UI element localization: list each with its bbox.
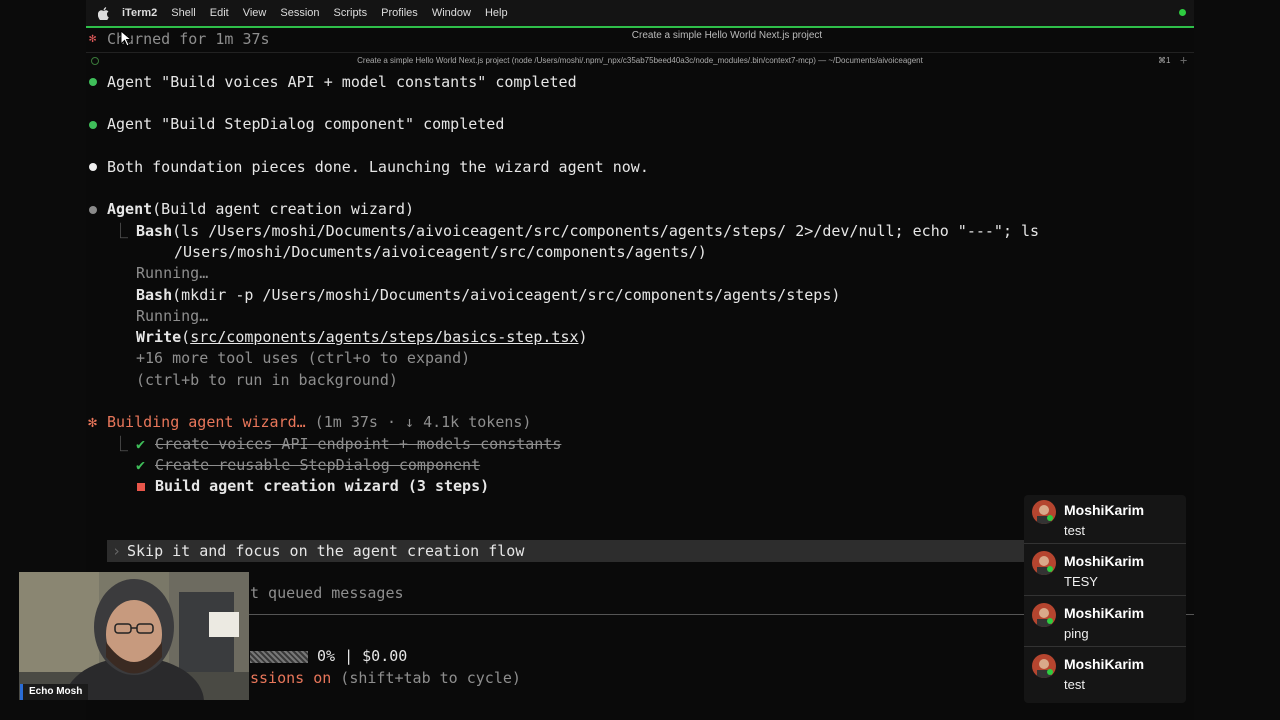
agent-call-line: Agent(Build agent creation wizard) [107, 199, 414, 219]
bash-call-line: Bash(mkdir -p /Users/moshi/Documents/aiv… [136, 285, 840, 305]
assistant-message: Both foundation pieces done. Launching t… [107, 158, 649, 176]
write-call-line: Write(src/components/agents/steps/basics… [136, 328, 588, 346]
chat-text: TESY [1064, 574, 1098, 589]
more-tools-hint: +16 more tool uses (ctrl+o to expand) [136, 349, 471, 367]
webcam-name-label: Echo Mosh [20, 684, 89, 700]
chat-author: MoshiKarim [1064, 656, 1145, 672]
chat-text: ping [1064, 626, 1089, 641]
agent-completed-line: Agent "Build StepDialog component" compl… [107, 115, 505, 133]
running-status: Running… [136, 264, 209, 282]
tool-args: (ls /Users/moshi/Documents/aivoiceagent/… [172, 222, 1040, 240]
menu-window[interactable]: Window [432, 7, 471, 19]
window-border-line [86, 26, 1194, 28]
todo-item-active: Build agent creation wizard (3 steps) [155, 477, 490, 495]
tool-name: Agent [107, 200, 153, 218]
chat-text: test [1064, 523, 1085, 538]
menu-profiles[interactable]: Profiles [381, 7, 418, 19]
chat-divider [1024, 646, 1186, 647]
chat-divider [1024, 543, 1186, 544]
chat-author: MoshiKarim [1064, 502, 1145, 518]
webcam-feed [19, 572, 249, 700]
file-path-link[interactable]: src/components/agents/steps/basics-step.… [190, 328, 578, 346]
todo-item-done: Create voices API endpoint + models cons… [155, 435, 562, 453]
agent-completed-line: Agent "Build voices API + model constant… [107, 73, 577, 91]
menu-iterm2[interactable]: iTerm2 [122, 7, 157, 19]
tree-connector: ⎿ [113, 222, 129, 240]
tool-args: (mkdir -p /Users/moshi/Documents/aivoice… [172, 286, 841, 304]
apple-icon[interactable] [98, 6, 112, 20]
asterisk-icon: ✻ [89, 31, 97, 45]
background-hint: (ctrl+b to run in background) [136, 371, 398, 389]
todo-item-done: Create reusable StepDialog component [155, 456, 481, 474]
checkmark-icon: ✔ [136, 435, 146, 453]
macos-menu-bar: iTerm2 Shell Edit View Session Scripts P… [86, 0, 1194, 26]
tool-name: Bash [136, 286, 173, 304]
menu-edit[interactable]: Edit [210, 7, 229, 19]
permissions-hint: (shift+tab to cycle) [331, 669, 521, 687]
tool-name: Write [136, 328, 182, 346]
avatar [1032, 500, 1056, 524]
avatar [1032, 603, 1056, 627]
tool-name: Bash [136, 222, 173, 240]
building-label: Building agent wizard… [107, 413, 306, 431]
prompt-caret-icon: › [112, 542, 122, 560]
tree-connector: ⎿ [113, 435, 129, 453]
recording-indicator-icon [1179, 9, 1186, 16]
mouse-pointer-icon [120, 30, 133, 47]
success-dot-icon [89, 121, 97, 129]
permissions-mode: ssions on [250, 669, 332, 687]
new-tab-button[interactable]: + [1180, 53, 1187, 67]
running-status: Running… [136, 307, 209, 325]
avatar [1032, 654, 1056, 678]
queued-messages-hint: t queued messages [250, 584, 404, 602]
menu-view[interactable]: View [243, 7, 267, 19]
context-usage-bar [250, 651, 308, 663]
chat-author: MoshiKarim [1064, 553, 1145, 569]
tab-title[interactable]: Create a simple Hello World Next.js proj… [86, 56, 1194, 65]
menu-session[interactable]: Session [280, 7, 319, 19]
prompt-input-text[interactable]: Skip it and focus on the agent creation … [127, 541, 524, 561]
menu-shell[interactable]: Shell [171, 7, 195, 19]
success-dot-icon [89, 78, 97, 86]
menu-help[interactable]: Help [485, 7, 508, 19]
chat-text: test [1064, 677, 1085, 692]
bash-call-continuation: /Users/moshi/Documents/aivoiceagent/src/… [174, 243, 707, 261]
cost-indicator: 0% | $0.00 [317, 647, 408, 665]
tab-shortcut-label: ⌘1 [1158, 56, 1171, 65]
tool-args: (Build agent creation wizard) [152, 200, 415, 218]
running-dot-icon [89, 206, 97, 214]
permissions-status: ssions on (shift+tab to cycle) [250, 668, 521, 688]
right-margin [1194, 0, 1280, 720]
todo-pending-icon [137, 483, 145, 491]
bash-call-line: Bash(ls /Users/moshi/Documents/aivoiceag… [136, 221, 1039, 241]
chat-divider [1024, 595, 1186, 596]
building-meta: (1m 37s · ↓ 4.1k tokens) [305, 413, 532, 431]
chat-author: MoshiKarim [1064, 605, 1145, 621]
spinner-icon: ✻ [88, 413, 98, 431]
checkmark-icon: ✔ [136, 456, 146, 474]
menu-scripts[interactable]: Scripts [334, 7, 368, 19]
avatar [1032, 551, 1056, 575]
building-status: Building agent wizard… (1m 37s · ↓ 4.1k … [107, 412, 531, 432]
message-dot-icon [89, 163, 97, 171]
tab-bar-divider [86, 52, 1194, 53]
